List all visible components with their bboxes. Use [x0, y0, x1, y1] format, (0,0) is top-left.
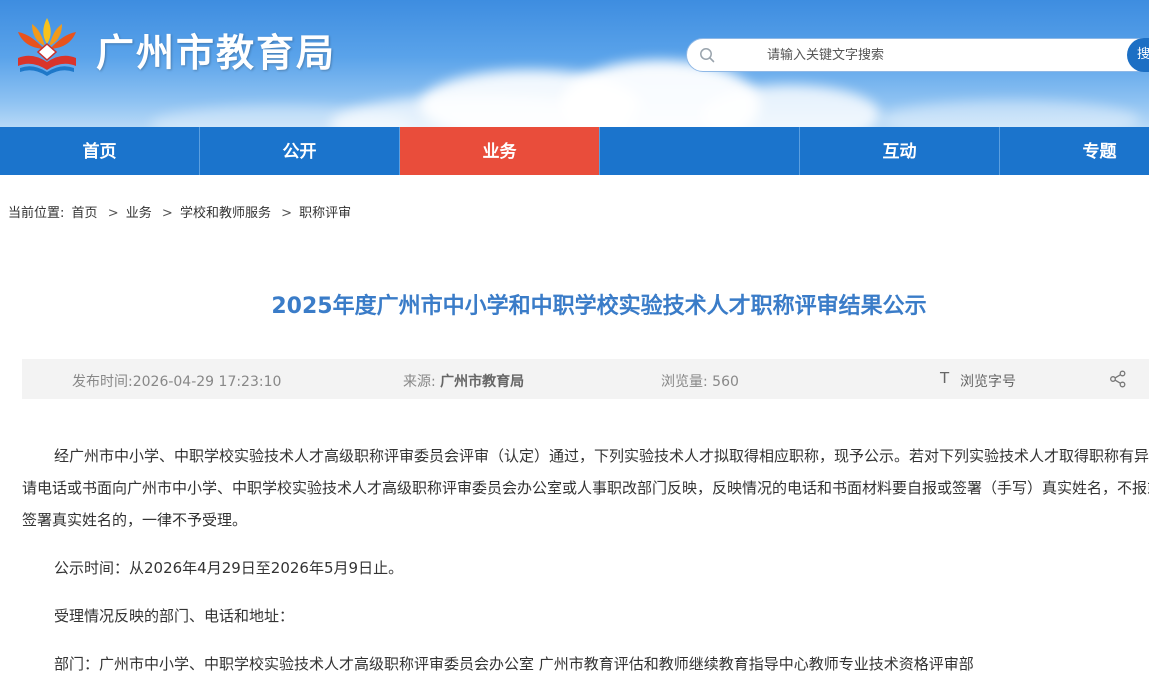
view-count: 浏览量: 560	[661, 371, 739, 391]
nav-item-home[interactable]: 首页	[0, 127, 200, 175]
breadcrumb-separator: >	[107, 206, 119, 221]
article-content: 经广州市中小学、中职学校实验技术人才高级职称评审委员会评审（认定）通过，下列实验…	[22, 440, 1149, 680]
publish-time-label: 发布时间:	[72, 374, 133, 390]
source-value: 广州市教育局	[440, 374, 525, 390]
article-paragraph: 部门：广州市中小学、中职学校实验技术人才高级职称评审委员会办公室 广州市教育评估…	[54, 655, 974, 673]
site-title[interactable]: 广州市教育局	[96, 22, 336, 77]
breadcrumb-separator: >	[281, 206, 292, 221]
view-count-value: 560	[712, 374, 739, 390]
breadcrumb-separator: >	[161, 206, 173, 221]
nav-item-business[interactable]: 业务	[400, 127, 600, 175]
font-size-icon[interactable]: T	[940, 369, 949, 387]
search-input[interactable]	[765, 45, 1125, 65]
nav-item-interaction[interactable]: 互动	[800, 127, 1000, 175]
font-size-toggle[interactable]: 浏览字号	[960, 371, 1016, 391]
breadcrumb-prefix: 当前位置:	[8, 206, 65, 221]
breadcrumb-link-school-teacher-service[interactable]: 学校和教师服务	[180, 206, 271, 221]
article-paragraph: 公示时间：从2026年4月29日至2026年5月9日止。	[54, 559, 404, 577]
search-box	[686, 38, 1149, 72]
nav-item-public[interactable]: 公开	[200, 127, 400, 175]
source-label: 来源:	[403, 374, 436, 390]
share-icon[interactable]	[1109, 370, 1127, 388]
publish-time: 发布时间:2026-04-29 17:23:10	[72, 371, 281, 391]
breadcrumb-link-home[interactable]: 首页	[72, 206, 98, 221]
article-meta-bar: 发布时间:2026-04-29 17:23:10 来源: 广州市教育局 浏览量:…	[22, 359, 1149, 399]
main-nav: 首页 公开 业务 互动 专题	[0, 127, 1149, 175]
search-icon[interactable]	[699, 47, 715, 63]
article-title: 2025年度广州市中小学和中职学校实验技术人才职称评审结果公示	[271, 294, 927, 319]
article-paragraph: 经广州市中小学、中职学校实验技术人才高级职称评审委员会评审（认定）通过，下列实验…	[22, 447, 1149, 529]
site-header: 广州市教育局 搜	[0, 0, 1149, 127]
education-bureau-logo-icon[interactable]	[12, 14, 82, 80]
breadcrumb: 当前位置: 首页 > 业务 > 学校和教师服务 > 职称评审	[8, 202, 354, 221]
cloud-decoration	[880, 100, 1140, 127]
nav-item-topics[interactable]: 专题	[1000, 127, 1149, 175]
breadcrumb-link-title-review[interactable]: 职称评审	[299, 206, 351, 221]
publish-time-value: 2026-04-29 17:23:10	[132, 374, 282, 390]
view-count-label: 浏览量:	[661, 374, 708, 390]
nav-item-service[interactable]	[600, 127, 800, 175]
source: 来源: 广州市教育局	[403, 371, 524, 391]
breadcrumb-link-business[interactable]: 业务	[126, 206, 152, 221]
article-paragraph: 受理情况反映的部门、电话和地址：	[54, 607, 295, 625]
